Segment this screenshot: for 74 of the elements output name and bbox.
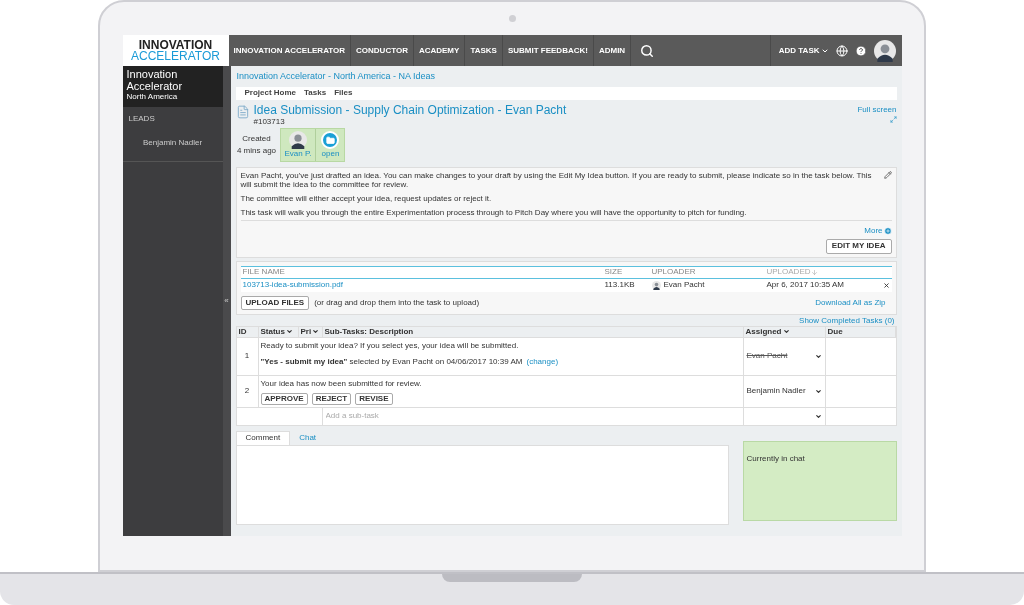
help-icon[interactable] — [854, 44, 867, 57]
edit-idea-button[interactable]: EDIT MY IDEA — [825, 238, 892, 254]
assignee-name: Benjamin Nadler — [746, 385, 806, 397]
caret-icon — [782, 328, 790, 335]
edit-icon[interactable] — [883, 170, 892, 179]
nav-item[interactable]: CONDUCTOR — [351, 35, 414, 66]
caret-icon — [312, 328, 320, 335]
download-zip-link[interactable]: Download All as Zip — [815, 296, 886, 309]
search-icon[interactable] — [640, 43, 655, 58]
caret-icon — [285, 328, 293, 335]
upload-date: Apr 6, 2017 10:35 AM — [766, 279, 845, 291]
file-link[interactable]: 103713-idea-submission.pdf — [242, 279, 605, 291]
more-link[interactable]: More — [864, 224, 892, 237]
project-region: North America — [126, 92, 179, 101]
page-tab[interactable]: Project Home — [244, 87, 297, 99]
column-header: ID — [236, 326, 259, 337]
globe-icon[interactable] — [835, 44, 848, 57]
file-size: 113.1KB — [604, 279, 636, 291]
nav-item[interactable]: ADMIN — [593, 35, 632, 66]
dropdown-caret-icon[interactable] — [814, 412, 822, 420]
uploader-name: Evan Pacht — [663, 279, 705, 291]
upload-files-button[interactable]: UPLOAD FILES — [240, 295, 310, 310]
column-header: FILE NAME — [242, 266, 286, 278]
task-id: #103713 — [253, 116, 286, 126]
column-header[interactable]: Status — [258, 326, 299, 337]
dropdown-caret-icon[interactable] — [814, 352, 822, 360]
subtask-text: Your idea has now been submitted for review. — [260, 377, 423, 390]
task-title: Idea Submission - Supply Chain Optimization - Evan Pacht — [253, 103, 568, 117]
column-header: UPLOADED — [766, 266, 867, 278]
comment-tab[interactable]: Comment — [235, 430, 291, 445]
add-subtask-field[interactable]: Add a sub-task — [322, 407, 744, 425]
page-tab[interactable]: Files — [334, 87, 353, 99]
action-button[interactable]: REJECT — [311, 392, 352, 405]
created-label: Created — [242, 132, 271, 145]
project-title: Innovation Accelerator — [126, 68, 184, 92]
lead-name[interactable]: Benjamin Nadler — [122, 125, 223, 149]
owner-avatar — [289, 131, 307, 149]
page-tab[interactable]: Tasks — [304, 87, 327, 99]
column-header: UPLOADER — [651, 266, 697, 278]
close-icon[interactable] — [882, 281, 890, 289]
dropdown-caret-icon[interactable] — [814, 387, 822, 395]
nav-item[interactable]: SUBMIT FEEDBACK! — [502, 35, 594, 66]
subtask-text: Ready to submit your idea? If you select yes, your idea will be submitted. — [260, 339, 520, 352]
assignee-name: Evan Pacht — [746, 350, 788, 362]
sort-arrow-icon — [810, 268, 818, 276]
section-label: LEADS — [127, 113, 156, 125]
nav-item[interactable]: ACADEMY — [413, 35, 466, 66]
uploader-avatar — [651, 280, 661, 290]
description-text: The committee will either accept your idea, request updates or reject it. — [240, 193, 493, 203]
description-text: This task will walk you through the entire Experimentation process through to Pitch Day where you will have the opportunity to pitch for funding. — [240, 207, 748, 217]
collapse-button[interactable]: « — [224, 66, 229, 536]
description-text: Evan Pacht, you've just drafted an idea. You can make changes to your draft by using the Edit My Idea button. If you are ready to submit, please indicate so in the task below. This will submit the idea to the committee for review. — [240, 170, 873, 189]
column-header[interactable]: Pri — [298, 326, 323, 337]
row-id: 2 — [236, 375, 259, 407]
action-button[interactable]: REVISE — [355, 392, 393, 405]
logo[interactable]: INNOVATION ACCELERATOR — [122, 35, 229, 66]
created-time: 4 mins ago — [236, 144, 277, 157]
chat-title: Currently in chat — [746, 453, 805, 463]
user-avatar — [873, 39, 896, 62]
folder-icon[interactable] — [321, 131, 340, 149]
plus-icon — [883, 226, 892, 235]
column-header: Due — [825, 326, 896, 337]
selection-text: "Yes - submit my idea" selected by Evan Pacht on 04/06/2017 10:39 AM — [260, 355, 523, 368]
column-header: SIZE — [604, 266, 624, 278]
document-icon — [235, 104, 250, 119]
nav-item[interactable]: TASKS — [465, 35, 503, 66]
status-label: open — [321, 149, 340, 158]
action-button[interactable]: APPROVE — [260, 392, 308, 405]
row-id: 1 — [236, 337, 259, 375]
add-task-button[interactable]: ADD TASK — [778, 44, 829, 57]
column-header: Sub-Tasks: Description — [322, 326, 744, 337]
upload-hint: (or drag and drop them into the task to upload) — [314, 296, 480, 309]
column-header[interactable]: Assigned — [743, 326, 826, 337]
change-link[interactable]: (change) — [526, 355, 559, 368]
